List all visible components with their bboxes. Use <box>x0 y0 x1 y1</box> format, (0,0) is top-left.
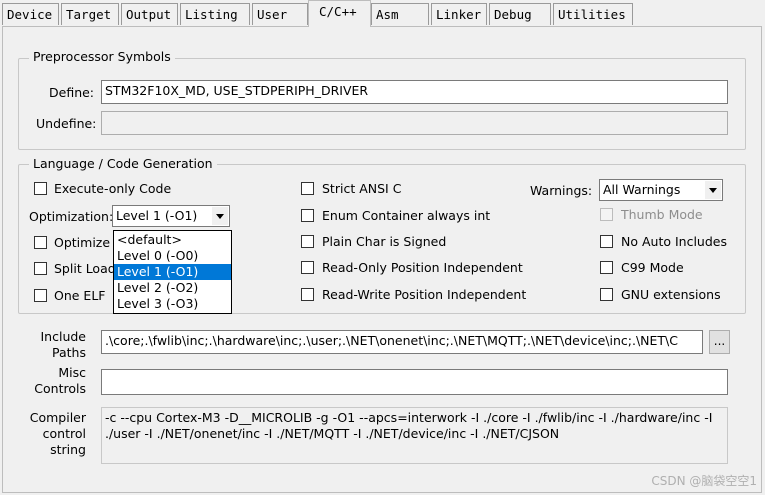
preprocessor-legend: Preprocessor Symbols <box>29 49 175 64</box>
misc-controls-input[interactable] <box>101 369 728 395</box>
tab-c-cpp-label: C/C++ <box>319 4 357 19</box>
tab-output[interactable]: Output <box>121 3 178 25</box>
language-legend: Language / Code Generation <box>29 156 217 171</box>
optimization-select[interactable]: Level 1 (-O1) <box>112 205 230 227</box>
compiler-control-label-line3: string <box>50 442 86 457</box>
optimization-option[interactable]: Level 2 (-O2) <box>114 280 231 296</box>
gnu-extensions-checkbox[interactable] <box>600 288 613 301</box>
one-elf-checkbox[interactable] <box>34 289 47 302</box>
compiler-control-label: Compiler control string <box>24 410 86 458</box>
enum-container-checkbox[interactable] <box>301 209 314 222</box>
execute-only-checkbox[interactable] <box>34 182 47 195</box>
optimization-option[interactable]: Level 3 (-O3) <box>114 296 231 312</box>
include-paths-label: Include Paths <box>24 329 86 361</box>
no-auto-includes-label: No Auto Includes <box>621 234 727 249</box>
c99-mode-label: C99 Mode <box>621 260 684 275</box>
include-paths-browse-button[interactable]: ... <box>709 330 730 354</box>
tab-bar: Device Target Output Listing User C/C++ … <box>0 0 765 27</box>
compiler-control-label-line2: control <box>42 426 86 441</box>
c99-mode-checkbox[interactable] <box>600 261 613 274</box>
optimization-dropdown-list: <default> Level 0 (-O0) Level 1 (-O1) Le… <box>113 230 232 314</box>
optimize-for-time-label: Optimize f <box>54 235 119 250</box>
thumb-mode-label: Thumb Mode <box>621 207 703 222</box>
plain-char-label: Plain Char is Signed <box>322 234 447 249</box>
tab-target[interactable]: Target <box>61 3 119 25</box>
warnings-select[interactable]: All Warnings <box>599 179 723 201</box>
undefine-input[interactable] <box>101 111 728 135</box>
include-paths-label-line2: Paths <box>52 345 86 360</box>
watermark: CSDN @脑袋空空1 <box>651 474 757 488</box>
chevron-down-icon <box>216 213 224 219</box>
thumb-mode-checkbox[interactable] <box>600 208 613 221</box>
include-paths-input[interactable]: .\core;.\fwlib\inc;.\hardware\inc;.\user… <box>101 330 703 354</box>
optimization-option[interactable]: <default> <box>114 232 231 248</box>
rw-position-independent-label: Read-Write Position Independent <box>322 287 527 302</box>
enum-container-label: Enum Container always int <box>322 208 491 223</box>
optimize-for-time-checkbox[interactable] <box>34 236 47 249</box>
compiler-control-string: -c --cpu Cortex-M3 -D__MICROLIB -g -O1 -… <box>101 407 728 464</box>
tab-device[interactable]: Device <box>2 3 59 25</box>
warnings-value: All Warnings <box>603 182 681 197</box>
strict-ansi-label: Strict ANSI C <box>322 181 402 196</box>
tab-c-cpp[interactable]: C/C++ <box>308 0 371 27</box>
ro-position-independent-label: Read-Only Position Independent <box>322 260 523 275</box>
preprocessor-group <box>18 58 746 150</box>
tab-listing[interactable]: Listing <box>180 3 250 25</box>
optimization-dropdown-button[interactable] <box>212 207 228 225</box>
compiler-control-label-line1: Compiler <box>29 410 86 425</box>
no-auto-includes-checkbox[interactable] <box>600 235 613 248</box>
ro-position-independent-checkbox[interactable] <box>301 261 314 274</box>
misc-controls-label: Misc Controls <box>24 365 86 397</box>
undefine-label: Undefine: <box>36 116 97 131</box>
strict-ansi-checkbox[interactable] <box>301 182 314 195</box>
chevron-down-icon <box>709 187 717 193</box>
warnings-dropdown-button[interactable] <box>705 181 721 199</box>
optimization-value: Level 1 (-O1) <box>116 208 198 223</box>
optimization-option[interactable]: Level 0 (-O0) <box>114 248 231 264</box>
split-load-label: Split Load <box>54 261 116 276</box>
include-paths-label-line1: Include <box>40 329 86 344</box>
tab-utilities[interactable]: Utilities <box>553 3 633 25</box>
warnings-label: Warnings: <box>530 183 593 198</box>
plain-char-checkbox[interactable] <box>301 235 314 248</box>
optimization-label: Optimization: <box>29 209 114 224</box>
execute-only-label: Execute-only Code <box>54 181 172 196</box>
rw-position-independent-checkbox[interactable] <box>301 288 314 301</box>
gnu-extensions-label: GNU extensions <box>621 287 721 302</box>
misc-controls-label-line1: Misc <box>58 365 86 380</box>
split-load-checkbox[interactable] <box>34 262 47 275</box>
tab-debug[interactable]: Debug <box>489 3 551 25</box>
optimization-option-selected[interactable]: Level 1 (-O1) <box>114 264 231 280</box>
define-label: Define: <box>49 85 95 100</box>
define-input[interactable]: STM32F10X_MD, USE_STDPERIPH_DRIVER <box>101 80 728 104</box>
one-elf-label: One ELF <box>54 288 106 303</box>
tab-user[interactable]: User <box>252 3 308 25</box>
misc-controls-label-line2: Controls <box>34 381 86 396</box>
tab-linker[interactable]: Linker <box>431 3 487 25</box>
tab-asm[interactable]: Asm <box>371 3 429 25</box>
